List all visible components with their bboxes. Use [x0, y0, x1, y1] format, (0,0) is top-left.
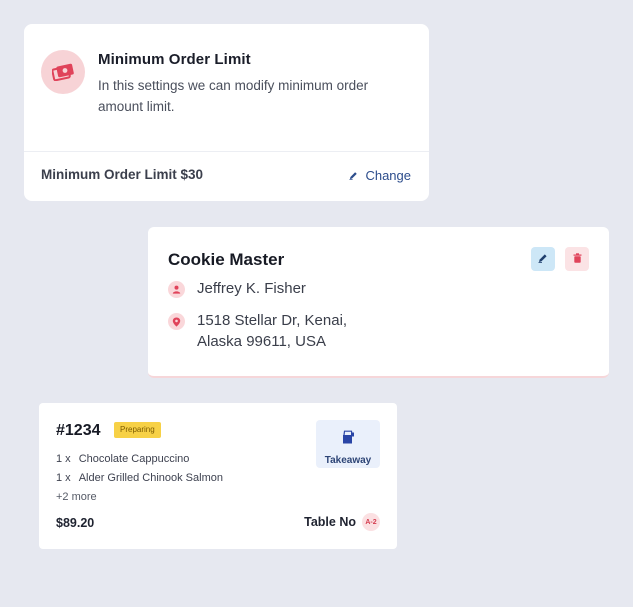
item-name: Chocolate Cappuccino	[78, 453, 190, 465]
limit-title: Minimum Order Limit	[98, 51, 251, 68]
money-icon	[41, 50, 85, 94]
status-badge: Preparing	[114, 422, 161, 438]
limit-current-value: Minimum Order Limit $30	[41, 167, 204, 182]
table-number-badge: A-2	[362, 513, 380, 531]
divider	[24, 151, 429, 152]
address-line-2: Alaska 99611, USA	[197, 333, 326, 350]
delete-button[interactable]	[565, 247, 589, 271]
order-card[interactable]: #1234 Preparing 1 x Chocolate Cappuccino…	[39, 403, 397, 549]
takeaway-badge: Takeaway	[316, 420, 380, 468]
list-item: 1 x Alder Grilled Chinook Salmon	[56, 472, 223, 484]
store-actions	[531, 247, 589, 271]
item-name: Alder Grilled Chinook Salmon	[78, 472, 223, 484]
limit-description: In this settings we can modify minimum o…	[98, 78, 369, 114]
takeaway-label: Takeaway	[324, 455, 372, 466]
store-owner-row: Jeffrey K. Fisher	[168, 280, 306, 301]
store-address: 1518 Stellar Dr, Kenai, Alaska 99611, US…	[197, 312, 347, 354]
store-owner: Jeffrey K. Fisher	[197, 280, 306, 297]
user-icon	[168, 281, 185, 298]
trash-icon	[573, 250, 582, 268]
order-total: $89.20	[56, 516, 95, 530]
store-name: Cookie Master	[168, 250, 285, 269]
table-info: Table No A-2	[304, 513, 380, 531]
location-pin-icon	[168, 313, 185, 330]
minimum-order-limit-card: Minimum Order Limit In this settings we …	[24, 24, 429, 201]
table-label: Table No	[304, 515, 356, 529]
order-id: #1234	[56, 422, 101, 439]
pencil-icon	[349, 168, 358, 183]
item-qty: 1 x	[56, 472, 71, 484]
list-item: 1 x Chocolate Cappuccino	[56, 453, 189, 465]
more-items-link[interactable]: +2 more	[56, 491, 97, 503]
edit-button[interactable]	[531, 247, 555, 271]
change-label: Change	[365, 168, 411, 183]
store-card: Cookie Master Jeffrey K. Fisher 1518 Ste…	[148, 227, 609, 378]
store-address-row: 1518 Stellar Dr, Kenai, Alaska 99611, US…	[168, 312, 347, 354]
change-button[interactable]: Change	[349, 168, 411, 183]
edit-icon	[538, 250, 548, 268]
takeaway-bag-icon	[341, 430, 355, 449]
item-qty: 1 x	[56, 453, 71, 465]
